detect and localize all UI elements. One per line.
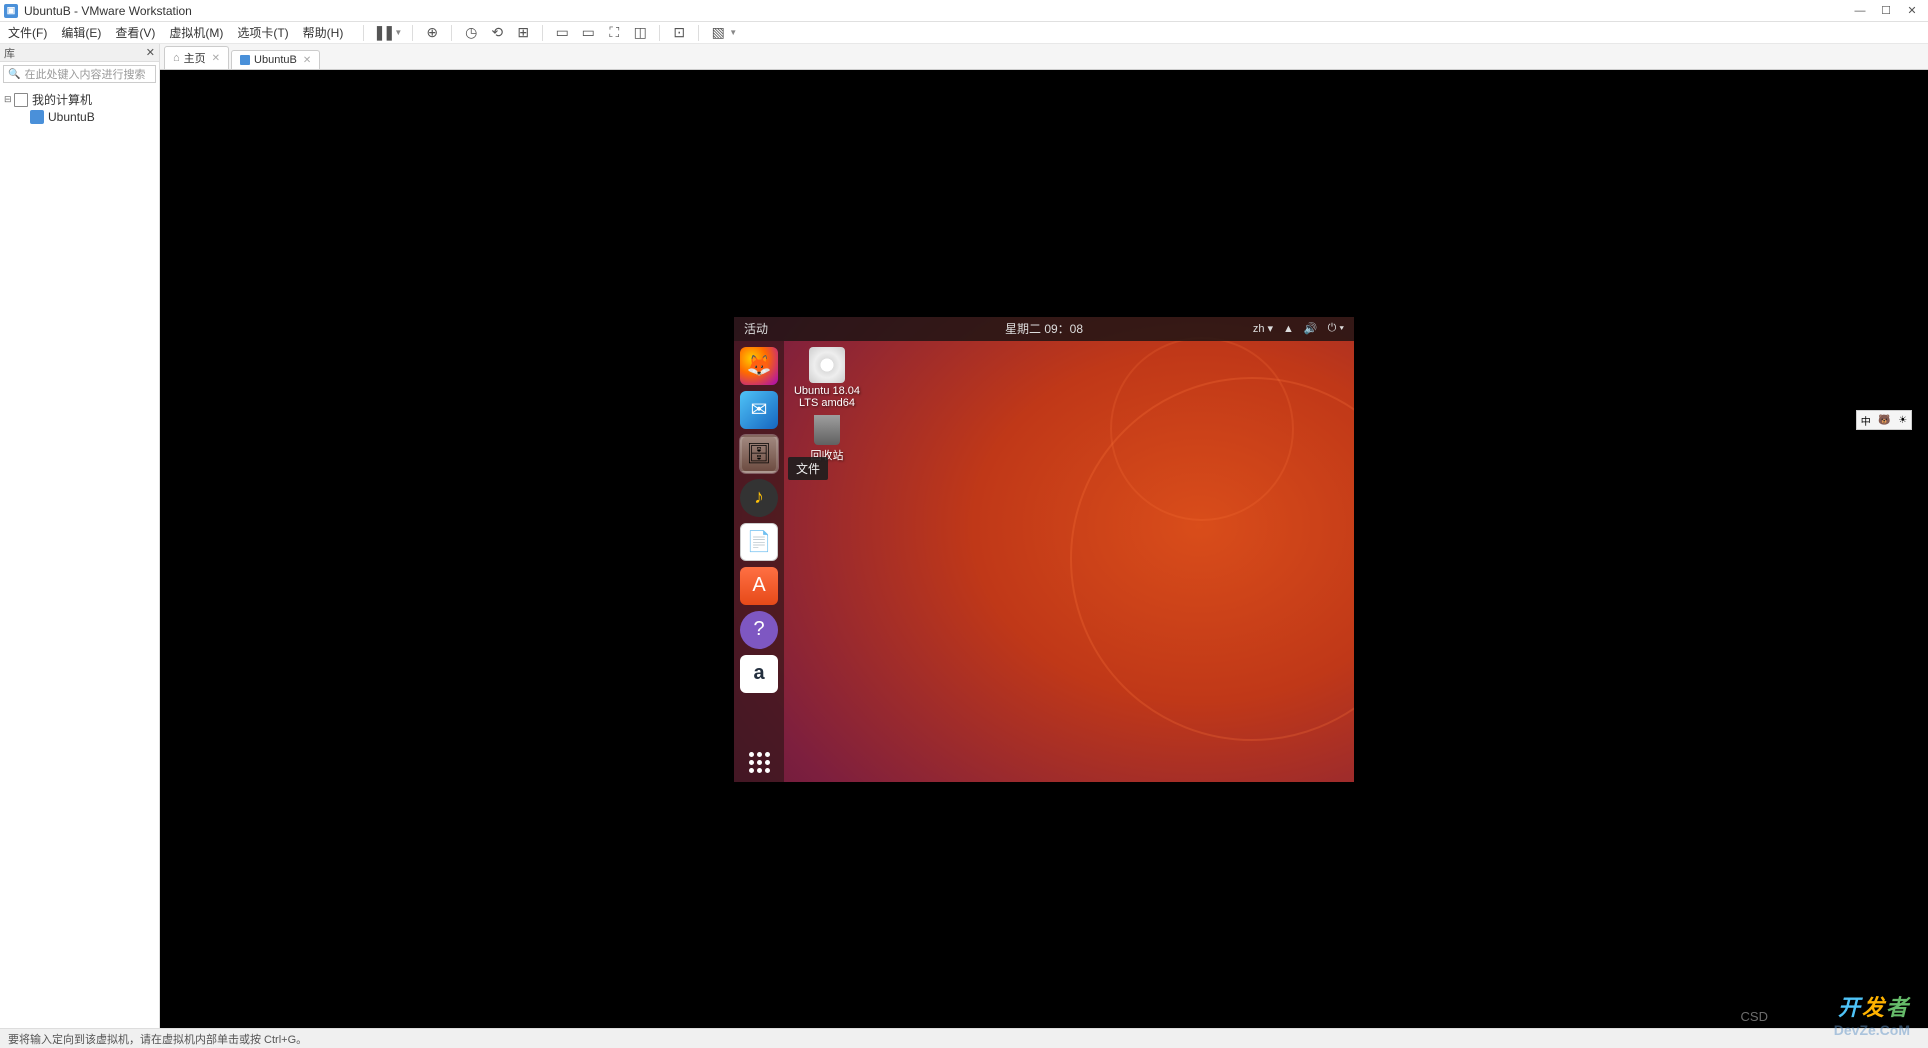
tab-home-label: 主页	[184, 50, 206, 66]
dock-amazon-icon[interactable]: a	[740, 655, 778, 693]
tree-root-label: 我的计算机	[32, 91, 92, 108]
ubuntu-topbar: 活动 星期二 09：08 zh ▾ ▲ 🔊 ⏻ ▾	[734, 317, 1354, 341]
watermark-devze: DevZe.CoM	[1834, 1022, 1910, 1038]
dvd-icon	[809, 347, 845, 383]
statusbar: 要将输入定向到该虚拟机，请在虚拟机内部单击或按 Ctrl+G。	[0, 1028, 1928, 1048]
desktop-trash-icon[interactable]: 回收站	[792, 415, 862, 463]
unity-icon[interactable]: ◫	[631, 24, 649, 42]
window-title: UbuntuB - VMware Workstation	[24, 4, 1854, 18]
separator	[659, 25, 660, 41]
input-method-indicator[interactable]: zh ▾	[1253, 322, 1273, 335]
desktop-dvd-icon[interactable]: Ubuntu 18.04 LTS amd64	[792, 347, 862, 409]
desktop-dvd-label: Ubuntu 18.04 LTS amd64	[792, 385, 862, 409]
dock-help-icon[interactable]: ?	[740, 611, 778, 649]
tab-close-icon[interactable]: ✕	[212, 53, 220, 64]
tree-vm-label: UbuntuB	[48, 110, 95, 124]
tab-close-icon[interactable]: ✕	[303, 55, 311, 66]
menu-file[interactable]: 文件(F)	[8, 24, 47, 41]
library-search[interactable]: 🔍 在此处键入内容进行搜索	[3, 65, 156, 83]
close-button[interactable]: ✕	[1906, 5, 1918, 17]
window-titlebar: ▣ UbuntuB - VMware Workstation — ☐ ✕	[0, 0, 1928, 22]
input-bear-icon: 🐻	[1878, 415, 1890, 426]
vm-display[interactable]: 活动 星期二 09：08 zh ▾ ▲ 🔊 ⏻ ▾ 🦊 ✉ 🗄 ♪ 📄	[160, 70, 1928, 1028]
view-console-icon[interactable]: ▭	[553, 24, 571, 42]
monitors-dropdown-icon[interactable]: ▼	[729, 28, 737, 37]
dock-show-apps-icon[interactable]	[740, 744, 778, 782]
menu-help[interactable]: 帮助(H)	[303, 24, 344, 41]
tree-item-ubuntub[interactable]: UbuntuB	[30, 109, 155, 125]
dock-ubuntu-software-icon[interactable]: A	[740, 567, 778, 605]
vm-tree: ⊟ 我的计算机 UbuntuB	[0, 86, 159, 129]
dock-thunderbird-icon[interactable]: ✉	[740, 391, 778, 429]
dock-libreoffice-writer-icon[interactable]: 📄	[740, 523, 778, 561]
search-icon: 🔍	[8, 69, 20, 80]
menu-tabs[interactable]: 选项卡(T)	[237, 24, 288, 41]
window-controls: — ☐ ✕	[1854, 5, 1918, 17]
tree-collapse-icon[interactable]: ⊟	[4, 94, 14, 105]
library-header: 库 ✕	[0, 44, 159, 62]
menu-vm[interactable]: 虚拟机(M)	[169, 24, 223, 41]
input-sun-icon: ☀	[1898, 415, 1907, 426]
vm-icon	[30, 110, 44, 124]
input-method-panel[interactable]: 中 🐻 ☀	[1856, 410, 1912, 430]
send-ctrl-alt-del-icon[interactable]: ⊕	[423, 24, 441, 42]
main-area: 库 ✕ 🔍 在此处键入内容进行搜索 ⊟ 我的计算机 UbuntuB ⌂ 主页 ✕	[0, 44, 1928, 1028]
separator	[698, 25, 699, 41]
stretch-guest-icon[interactable]: ⊡	[670, 24, 688, 42]
dock-firefox-icon[interactable]: 🦊	[740, 347, 778, 385]
content-area: ⌂ 主页 ✕ UbuntuB ✕ 活动 星期二 09：08 zh ▾ ▲	[160, 44, 1928, 1028]
snapshot-revert-icon[interactable]: ⟲	[488, 24, 506, 42]
snapshot-manager-icon[interactable]: ⊞	[514, 24, 532, 42]
cycle-multiple-monitors-icon[interactable]: ▧	[709, 24, 727, 42]
library-title: 库	[4, 45, 15, 61]
statusbar-text: 要将输入定向到该虚拟机，请在虚拟机内部单击或按 Ctrl+G。	[8, 1031, 307, 1047]
maximize-button[interactable]: ☐	[1880, 5, 1892, 17]
library-sidebar: 库 ✕ 🔍 在此处键入内容进行搜索 ⊟ 我的计算机 UbuntuB	[0, 44, 160, 1028]
computer-icon	[14, 93, 28, 107]
watermark-brand: 开发者	[1838, 990, 1910, 1022]
separator	[363, 25, 364, 41]
separator	[451, 25, 452, 41]
tab-ubuntub[interactable]: UbuntuB ✕	[231, 50, 320, 69]
vm-icon	[240, 55, 250, 65]
tabstrip: ⌂ 主页 ✕ UbuntuB ✕	[160, 44, 1928, 70]
pause-dropdown-icon[interactable]: ▼	[394, 28, 402, 37]
fullscreen-icon[interactable]: ⛶	[605, 24, 623, 42]
ubuntu-dock: 🦊 ✉ 🗄 ♪ 📄 A ? a	[734, 341, 784, 782]
power-icon[interactable]: ⏻ ▾	[1328, 322, 1344, 335]
dock-rhythmbox-icon[interactable]: ♪	[740, 479, 778, 517]
clock[interactable]: 星期二 09：08	[1005, 320, 1083, 337]
network-icon[interactable]: ▲	[1283, 323, 1294, 335]
system-tray: zh ▾ ▲ 🔊 ⏻ ▾	[1253, 322, 1344, 335]
menu-edit[interactable]: 编辑(E)	[61, 24, 101, 41]
files-tooltip: 文件	[788, 457, 828, 480]
tab-home[interactable]: ⌂ 主页 ✕	[164, 46, 229, 69]
menu-view[interactable]: 查看(V)	[115, 24, 155, 41]
separator	[542, 25, 543, 41]
search-placeholder: 在此处键入内容进行搜索	[24, 66, 145, 82]
desktop-icons-area: Ubuntu 18.04 LTS amd64 回收站	[792, 347, 862, 469]
trash-icon	[814, 415, 840, 445]
ubuntu-desktop[interactable]: 活动 星期二 09：08 zh ▾ ▲ 🔊 ⏻ ▾ 🦊 ✉ 🗄 ♪ 📄	[734, 317, 1354, 782]
pause-vm-button[interactable]: ❚❚	[374, 24, 392, 42]
separator	[412, 25, 413, 41]
view-multimonitor-icon[interactable]: ▭	[579, 24, 597, 42]
app-icon: ▣	[4, 4, 18, 18]
library-close-icon[interactable]: ✕	[146, 46, 155, 59]
input-lang-label: 中	[1861, 413, 1871, 428]
volume-icon[interactable]: 🔊	[1304, 322, 1318, 335]
dock-files-icon[interactable]: 🗄	[740, 435, 778, 473]
minimize-button[interactable]: —	[1854, 5, 1866, 17]
watermark-csdn: CSD	[1741, 1009, 1768, 1024]
tab-vm-label: UbuntuB	[254, 54, 297, 66]
snapshot-icon[interactable]: ◷	[462, 24, 480, 42]
home-icon: ⌂	[173, 52, 180, 64]
tree-root-my-computer[interactable]: ⊟ 我的计算机	[4, 90, 155, 109]
menubar: 文件(F) 编辑(E) 查看(V) 虚拟机(M) 选项卡(T) 帮助(H) ❚❚…	[0, 22, 1928, 44]
activities-button[interactable]: 活动	[744, 320, 768, 337]
